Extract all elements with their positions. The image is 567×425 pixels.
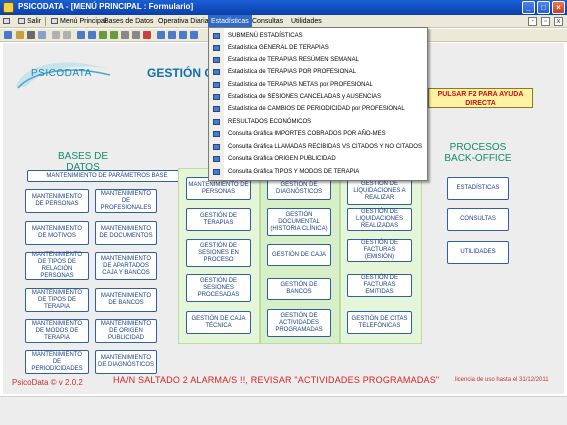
gestion-actividades-button[interactable]: GESTIÓN DE ACTIVIDADES PROGRAMADAS (267, 309, 331, 337)
mant-bancos-button[interactable]: MANTENIMIENTO DE BANCOS (95, 288, 157, 312)
toolbar-delete-icon[interactable] (143, 31, 151, 39)
mant-profesionales-button[interactable]: MANTENIMIENTO DE PROFESIONALES (95, 189, 157, 213)
exit-icon (18, 18, 25, 24)
close-button[interactable]: × (552, 1, 565, 14)
window-title: PSICODATA - [MENÚ PRINCIPAL : Formulario… (18, 2, 194, 11)
report-icon (213, 119, 220, 125)
dd-item-importes-cobrados[interactable]: Consulta Gráfica IMPORTES COBRADOS POR A… (209, 128, 427, 140)
mdi-minimize-button[interactable]: - (528, 17, 537, 26)
app-icon (3, 2, 14, 13)
mant-documentos-button[interactable]: MANTENIMIENTO DE DOCUMENTOS (95, 221, 157, 245)
window-titlebar: PSICODATA - [MENÚ PRINCIPAL : Formulario… (0, 0, 567, 15)
statusbar (0, 396, 567, 425)
estadisticas-button[interactable]: ESTADÍSTICAS (447, 177, 509, 200)
maximize-button[interactable]: □ (537, 1, 550, 14)
toolbar-save-icon[interactable] (4, 31, 12, 39)
toolbar-edit-icon[interactable] (16, 31, 24, 39)
mdi-close-button[interactable]: x (554, 17, 563, 26)
toolbar-nav-next-icon[interactable] (179, 31, 187, 39)
minimize-button[interactable]: _ (522, 1, 535, 14)
dd-item-llamadas-recibidas[interactable]: Consulta Gráfica LLAMADAS RECIBIDAS VS C… (209, 141, 427, 153)
mant-origen-publicidad-button[interactable]: MANTENIMIENTO DE ORIGEN PUBLICIDAD (95, 319, 157, 343)
toolbar-filter-icon[interactable] (99, 31, 107, 39)
toolbar-nav-first-icon[interactable] (157, 31, 165, 39)
chart-icon (213, 169, 220, 175)
report-icon (213, 69, 220, 75)
dd-item-origen-publicidad[interactable]: Consulta Gráfica ORIGEN PUBLICIDAD (209, 153, 427, 165)
toolbar-sort-asc-icon[interactable] (77, 31, 85, 39)
menu-salir[interactable]: Salir (15, 15, 44, 28)
section-title-backoffice: PROCESOS BACK-OFFICE (444, 142, 512, 164)
chart-icon (213, 131, 220, 137)
toolbar-find-icon[interactable] (121, 31, 129, 39)
report-icon (213, 106, 220, 112)
toolbar-redo-icon[interactable] (63, 31, 71, 39)
liquidaciones-realizadas-button[interactable]: GESTIÓN DE LIQUIDACIONES REALIZADAS (347, 208, 412, 231)
dd-item-cambios-periodicidad[interactable]: Estadística de CAMBIOS DE PERIODICIDAD p… (209, 103, 427, 115)
mant-tipos-terapia-button[interactable]: MANTENIMIENTO DE TIPOS DE TERAPIA (25, 288, 89, 312)
toolbar-filter-form-icon[interactable] (110, 31, 118, 39)
report-icon (213, 82, 220, 88)
toolbar-nav-last-icon[interactable] (190, 31, 198, 39)
mant-tipos-relacion-button[interactable]: MANTENIMIENTO DE TIPOS DE RELACIÓN PERSO… (25, 252, 89, 280)
toolbar-preview-icon[interactable] (38, 31, 46, 39)
toolbar-nav-prev-icon[interactable] (168, 31, 176, 39)
dd-item-tipos-modos[interactable]: Consulta Gráfica TIPOS Y MODOS DE TERAPI… (209, 166, 427, 178)
toolbar-print-icon[interactable] (27, 31, 35, 39)
mant-diagnosticos-button[interactable]: MANTENIMIENTO DE DIAGNÓSTICOS (95, 350, 157, 374)
report-icon (213, 33, 220, 39)
menu-bases-de-datos[interactable]: Bases de Datos (101, 15, 156, 28)
page-title: GESTIÓN C (147, 66, 214, 80)
chart-icon (213, 156, 220, 162)
gestion-bancos-button[interactable]: GESTIÓN DE BANCOS (267, 278, 331, 300)
consultas-button[interactable]: CONSULTAS (447, 208, 509, 231)
version-label: PsicoData © v 2.0.2 (12, 378, 83, 387)
dd-item-resultados-economicos[interactable]: RESULTADOS ECONÓMICOS (209, 116, 427, 128)
dd-item-submenu[interactable]: SUBMENÚ ESTADÍSTICAS (209, 30, 427, 42)
chart-icon (213, 144, 220, 150)
license-label: licencia de uso hasta el 31/12/2011 (455, 377, 549, 383)
mant-motivos-button[interactable]: MANTENIMIENTO DE MOTIVOS (25, 221, 89, 245)
gestion-terapias-button[interactable]: GESTIÓN DE TERAPIAS (186, 208, 251, 231)
gestion-sesiones-procesadas-button[interactable]: GESTIÓN DE SESIONES PROCESADAS (186, 274, 251, 302)
toolbar-undo-icon[interactable] (52, 31, 60, 39)
liquidaciones-realizar-button[interactable]: GESTIÓN DE LIQUIDACIONES A REALIZAR (347, 177, 412, 205)
toolbar-replace-icon[interactable] (132, 31, 140, 39)
dd-item-resumen-semanal[interactable]: Estadística de TERAPIAS RESÚMEN SEMANAL (209, 54, 427, 66)
mant-periodicidades-button[interactable]: MANTENIMIENTO DE PERIODICIDADES (25, 350, 89, 374)
mdi-restore-button[interactable]: ▫ (541, 17, 550, 26)
logo-text: PSICODATA (31, 68, 92, 79)
mant-personas-button[interactable]: MANTENIMIENTO DE PERSONAS (25, 189, 89, 213)
help-hint: PULSAR F2 PARA AYUDA DIRECTA (428, 88, 533, 108)
utilidades-button[interactable]: UTILIDADES (447, 241, 509, 264)
dd-item-general-terapias[interactable]: Estadística GENERAL DE TERAPIAS (209, 42, 427, 54)
dd-item-terapias-profesional[interactable]: Estadística de TERAPIAS POR PROFESIONAL (209, 66, 427, 78)
gestion-caja-button[interactable]: GESTIÓN DE CAJA (267, 244, 331, 266)
report-icon (213, 94, 220, 100)
menu-operativa-diaria[interactable]: Operativa Diaria (155, 15, 212, 28)
alarm-warning: HA/N SALTADO 2 ALARMA/S !!, REVISAR "ACT… (113, 375, 440, 385)
home-icon (51, 18, 58, 24)
estadisticas-dropdown-menu: SUBMENÚ ESTADÍSTICAS Estadística GENERAL… (208, 27, 428, 181)
facturas-emitidas-button[interactable]: GESTIÓN DE FACTURAS EMITIDAS (347, 274, 412, 297)
facturas-emision-button[interactable]: GESTIÓN DE FACTURAS (EMISIÓN) (347, 239, 412, 262)
gestion-sesiones-proceso-button[interactable]: GESTIÓN DE SESIONES EN PROCESO (186, 239, 251, 267)
document-icon (3, 18, 10, 24)
gestion-documental-button[interactable]: GESTIÓN DOCUMENTAL (HISTORIA CLÍNICA) (267, 208, 331, 236)
report-icon (213, 57, 220, 63)
gestion-caja-tecnica-button[interactable]: GESTIÓN DE CAJA TÉCNICA (186, 311, 251, 334)
toolbar-sort-desc-icon[interactable] (88, 31, 96, 39)
dd-item-terapias-netas[interactable]: Estadística de TERAPIAS NETAS por PROFES… (209, 79, 427, 91)
dd-item-sesiones-canceladas[interactable]: Estadística de SESIONES CANCELADAS y AUS… (209, 91, 427, 103)
mant-modos-terapia-button[interactable]: MANTENIMIENTO DE MODOS DE TERAPIA (25, 319, 89, 343)
report-icon (213, 45, 220, 51)
mant-apartados-button[interactable]: MANTENIMIENTO DE APARTADOS CAJA Y BANCOS (95, 252, 157, 280)
citas-telefonicas-button[interactable]: GESTIÓN DE CITAS TELEFÓNICAS (347, 311, 412, 334)
param-base-button[interactable]: MANTENIMIENTO DE PARÁMETROS BASE (27, 170, 187, 182)
menu-divider (45, 17, 46, 26)
